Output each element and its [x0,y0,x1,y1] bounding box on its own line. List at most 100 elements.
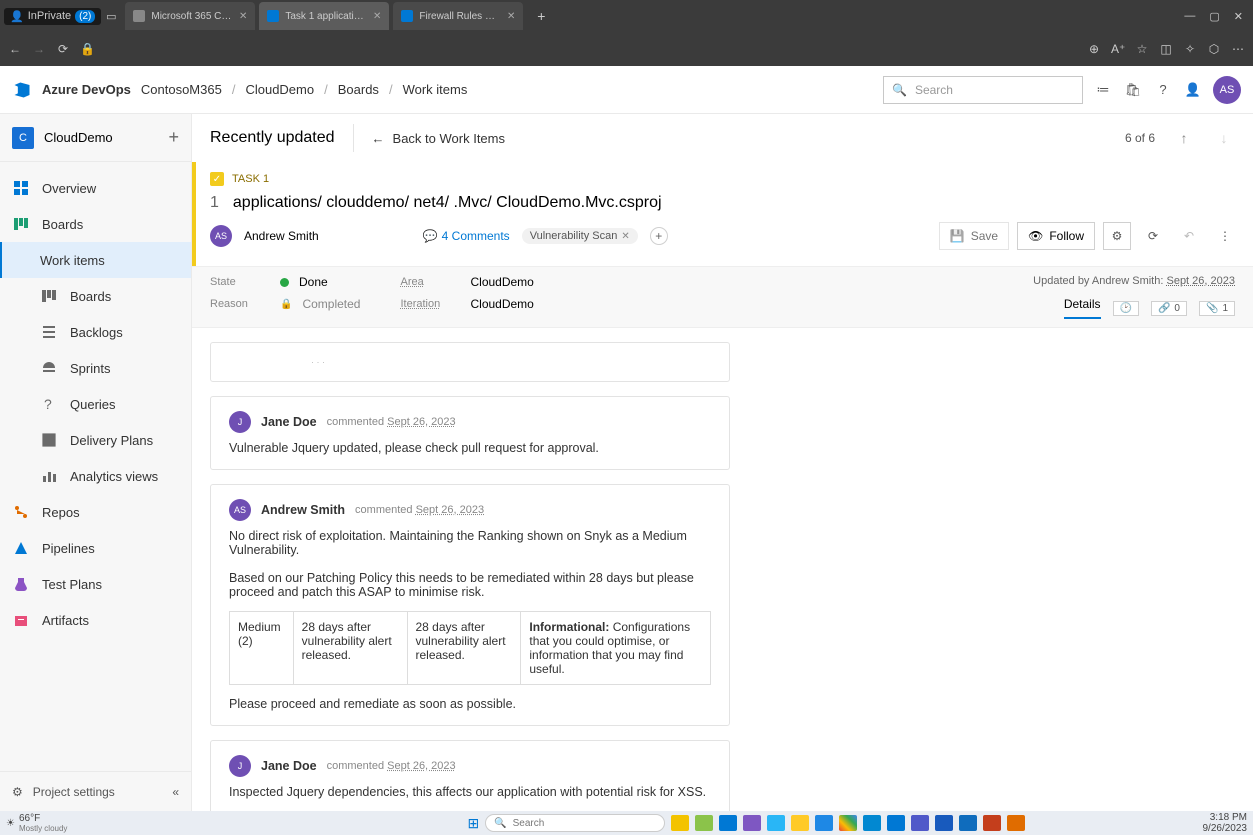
avatar[interactable]: AS [1213,76,1241,104]
app-icon[interactable] [959,815,977,831]
more-actions-button[interactable]: ⋮ [1211,222,1239,250]
iteration-value[interactable]: CloudDemo [470,297,533,311]
add-icon[interactable]: + [168,127,179,148]
prev-item-icon[interactable]: ↑ [1173,130,1195,146]
area-value[interactable]: CloudDemo [470,275,533,289]
user-settings-icon[interactable]: 👤 [1183,82,1203,98]
new-tab-button[interactable]: + [527,8,555,24]
tab-list-icon[interactable]: ▭ [101,10,121,23]
marketplace-icon[interactable]: 🛍 [1123,82,1143,98]
browser-tab[interactable]: Firewall Rules Review 26/03/20✕ [393,2,523,30]
split-icon[interactable]: ◫ [1159,42,1173,56]
close-icon[interactable]: ✕ [507,11,515,22]
app-icon[interactable] [767,815,785,831]
brand-label[interactable]: Azure DevOps [42,82,131,97]
links-tab[interactable]: 🔗0 [1151,301,1187,316]
sidebar-item-delivery[interactable]: Delivery Plans [0,422,191,458]
weather-widget[interactable]: ☀ 66°FMostly cloudy [6,813,67,833]
app-icon[interactable] [935,815,953,831]
app-icon[interactable] [887,815,905,831]
back-to-work-items[interactable]: ←Back to Work Items [372,131,505,146]
browser-tab[interactable]: Microsoft 365 Certification - Sec✕ [125,2,255,30]
app-icon[interactable] [983,815,1001,831]
history-tab[interactable]: 🕑 [1113,301,1139,316]
favorite-icon[interactable]: ☆ [1135,42,1149,56]
refresh-icon[interactable]: ⟳ [56,42,70,56]
sidebar-item-queries[interactable]: ?Queries [0,386,191,422]
sidebar-item-analytics[interactable]: Analytics views [0,458,191,494]
sidebar-item-pipelines[interactable]: Pipelines [0,530,191,566]
settings-button[interactable]: ⚙ [1103,222,1131,250]
lock-icon[interactable]: 🔒 [80,42,94,56]
sidebar-item-sprints[interactable]: Sprints [0,350,191,386]
breadcrumb[interactable]: Boards [338,82,379,97]
zoom-icon[interactable]: ⊕ [1087,42,1101,56]
sidebar-item-boards-sub[interactable]: Boards [0,278,191,314]
search-input[interactable]: 🔍 Search [883,76,1083,104]
sidebar-item-overview[interactable]: Overview [0,170,191,206]
app-icon[interactable] [1007,815,1025,831]
discussion-scroll[interactable]: · · · JJane Doecommented Sept 26, 2023 V… [192,328,1253,811]
start-button[interactable]: ⊞ [467,815,479,832]
help-icon[interactable]: ? [1153,82,1173,97]
close-icon[interactable]: ✕ [373,11,381,22]
save-button[interactable]: 💾Save [939,222,1009,250]
sidebar-item-artifacts[interactable]: Artifacts [0,602,191,638]
updated-date[interactable]: Sept 26, 2023 [1166,275,1235,287]
comment-card: ASAndrew Smithcommented Sept 26, 2023 No… [210,484,730,726]
comments-link[interactable]: 💬4 Comments [423,229,510,243]
project-selector[interactable]: C CloudDemo + [0,114,191,162]
state-label: State [210,276,270,288]
collections-icon[interactable]: ✧ [1183,42,1197,56]
forward-icon[interactable]: → [32,42,46,56]
app-icon[interactable] [743,815,761,831]
project-settings[interactable]: ⚙ Project settings « [0,771,191,811]
breadcrumb[interactable]: CloudDemo [245,82,314,97]
sidebar-item-boards[interactable]: Boards [0,206,191,242]
app-icon[interactable] [791,815,809,831]
tab-details[interactable]: Details [1064,297,1101,319]
app-icon[interactable] [911,815,929,831]
close-window-icon[interactable]: ✕ [1234,10,1243,23]
sidebar-item-test[interactable]: Test Plans [0,566,191,602]
follow-button[interactable]: 👁Follow [1017,222,1095,250]
breadcrumb[interactable]: Work items [403,82,468,97]
app-icon[interactable] [839,815,857,831]
taskbar-search[interactable]: 🔍Search [485,814,665,832]
org-crumb[interactable]: ContosoM365 [141,82,222,97]
add-tag-button[interactable]: + [650,227,668,245]
state-value[interactable]: Done [299,275,328,289]
taskbar-clock[interactable]: 3:18 PM9/26/2023 [1203,812,1248,834]
app-icon[interactable] [695,815,713,831]
app-icon[interactable] [815,815,833,831]
app-icon[interactable] [863,815,881,831]
undo-button[interactable]: ↶ [1175,222,1203,250]
close-icon[interactable]: ✕ [239,11,247,22]
app-icon[interactable] [719,815,737,831]
sidebar-item-work-items[interactable]: Work items [0,242,191,278]
collapse-icon[interactable]: « [172,785,179,799]
filter-icon[interactable]: ≔ [1093,82,1113,98]
work-item-title[interactable]: applications/ clouddemo/ net4/ .Mvc/ Clo… [233,194,662,212]
maximize-icon[interactable]: ▢ [1209,10,1219,23]
extensions-icon[interactable]: ⬡ [1207,42,1221,56]
tag-chip[interactable]: Vulnerability Scan✕ [522,228,638,244]
inprivate-badge: 👤InPrivate (2) [4,8,101,25]
remove-tag-icon[interactable]: ✕ [621,231,629,242]
sidebar-item-repos[interactable]: Repos [0,494,191,530]
next-item-icon[interactable]: ↓ [1213,130,1235,146]
read-aloud-icon[interactable]: A⁺ [1111,42,1125,56]
comment-body: Inspected Jquery dependencies, this affe… [229,785,711,799]
assigned-to[interactable]: Andrew Smith [244,229,319,243]
more-icon[interactable]: ⋯ [1231,42,1245,56]
comment-date[interactable]: Sept 26, 2023 [387,416,456,428]
attachments-tab[interactable]: 📎1 [1199,301,1235,316]
app-icon[interactable] [671,815,689,831]
comment-date[interactable]: Sept 26, 2023 [387,760,456,772]
refresh-button[interactable]: ⟳ [1139,222,1167,250]
comment-date[interactable]: Sept 26, 2023 [416,504,485,516]
sidebar-item-backlogs[interactable]: Backlogs [0,314,191,350]
back-icon[interactable]: ← [8,42,22,56]
browser-tab[interactable]: Task 1 applications/ clouddemo✕ [259,2,389,30]
minimize-icon[interactable]: — [1184,10,1195,23]
